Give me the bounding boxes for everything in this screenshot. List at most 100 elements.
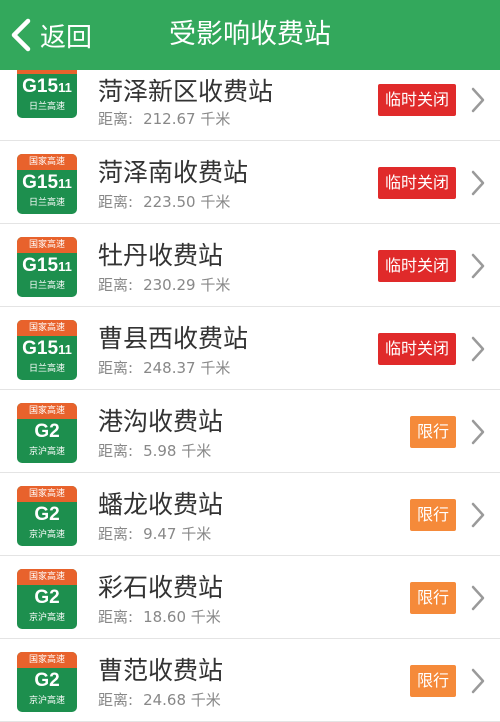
station-distance: 距离: 223.50 千米: [98, 191, 230, 212]
station-distance: 距离: 248.37 千米: [98, 357, 230, 378]
badge-code: G2: [17, 419, 77, 446]
station-list: 国家高速 G1511 日兰高速 菏泽新区收费站 距离:212.67 千米 临时关…: [0, 58, 500, 722]
distance-label: 距离:: [98, 359, 134, 377]
badge-code-main: G15: [22, 255, 59, 276]
badge-category: 国家高速: [17, 320, 77, 336]
station-row[interactable]: 国家高速 G1511 日兰高速 菏泽南收费站 距离: 223.50 千米 临时关闭: [0, 141, 500, 224]
badge-code-main: G15: [22, 338, 59, 359]
distance-label: 距离:: [98, 608, 134, 626]
station-distance: 距离: 18.60 千米: [98, 606, 221, 627]
station-distance: 距离: 212.67 千米: [98, 108, 230, 129]
station-name: 菏泽新区收费站: [98, 77, 274, 106]
station-row[interactable]: 国家高速 G2 京沪高速 蟠龙收费站 距离: 9.47 千米 限行: [0, 473, 500, 556]
station-row[interactable]: 国家高速 G2 京沪高速 彩石收费站 距离: 18.60 千米 限行: [0, 556, 500, 639]
chevron-right-icon: [471, 419, 485, 445]
chevron-right-icon: [471, 170, 485, 196]
badge-code-main: G15: [22, 172, 59, 193]
status-badge: 临时关闭: [377, 333, 456, 365]
station-name: 曹县西收费站: [98, 324, 249, 353]
highway-badge-icon: 国家高速 G2 京沪高速: [17, 569, 77, 629]
badge-highway-name: 京沪高速: [28, 530, 65, 540]
distance-value: 18.60 千米: [143, 608, 221, 626]
chevron-right-icon: [471, 585, 485, 611]
distance-value: 248.37 千米: [143, 359, 231, 377]
highway-badge-icon: 国家高速 G1511 日兰高速: [17, 320, 77, 380]
badge-code: G1511: [17, 253, 77, 280]
highway-badge-icon: 国家高速 G2 京沪高速: [17, 486, 77, 546]
chevron-right-icon: [471, 87, 485, 113]
highway-badge-icon: 国家高速 G2 京沪高速: [17, 403, 77, 463]
badge-category: 国家高速: [17, 486, 77, 502]
station-distance: 距离: 230.29 千米: [98, 274, 230, 295]
chevron-right-icon: [471, 668, 485, 694]
badge-code-main: G2: [34, 504, 60, 525]
chevron-right-icon: [471, 253, 485, 279]
badge-highway-name: 日兰高速: [28, 281, 65, 291]
station-name: 牡丹收费站: [98, 241, 224, 270]
station-distance: 距离: 9.47 千米: [98, 523, 211, 544]
status-badge: 限行: [409, 665, 456, 697]
chevron-right-icon: [471, 502, 485, 528]
station-row[interactable]: 国家高速 G1511 日兰高速 曹县西收费站 距离: 248.37 千米 临时关闭: [0, 307, 500, 390]
app-header: 返回 受影响收费站: [0, 0, 500, 70]
badge-highway-name: 京沪高速: [28, 696, 65, 706]
badge-code-main: G2: [34, 421, 60, 442]
badge-category: 国家高速: [17, 237, 77, 253]
highway-badge-icon: 国家高速 G1511 日兰高速: [17, 154, 77, 214]
badge-highway-name: 日兰高速: [28, 198, 65, 208]
status-badge: 临时关闭: [377, 250, 456, 282]
badge-code: G2: [17, 585, 77, 612]
distance-value: 24.68 千米: [143, 691, 221, 709]
distance-label: 距离:: [98, 525, 134, 543]
station-row[interactable]: 国家高速 G2 京沪高速 曹范收费站 距离: 24.68 千米 限行: [0, 639, 500, 722]
station-row[interactable]: 国家高速 G2 京沪高速 港沟收费站 距离: 5.98 千米 限行: [0, 390, 500, 473]
distance-value: 212.67 千米: [143, 110, 231, 128]
badge-category: 国家高速: [17, 652, 77, 668]
badge-highway-name: 京沪高速: [28, 447, 65, 457]
back-button[interactable]: 返回: [8, 0, 92, 70]
station-distance: 距离: 24.68 千米: [98, 689, 221, 710]
badge-highway-name: 京沪高速: [28, 613, 65, 623]
badge-category: 国家高速: [17, 403, 77, 419]
status-badge: 限行: [409, 416, 456, 448]
status-badge: 临时关闭: [377, 167, 456, 199]
badge-code: G1511: [17, 336, 77, 363]
badge-code-main: G2: [34, 587, 60, 608]
chevron-right-icon: [471, 336, 485, 362]
distance-label: 距离:: [98, 276, 134, 294]
badge-code: G2: [17, 502, 77, 529]
badge-code: G1511: [17, 74, 77, 101]
badge-category: 国家高速: [17, 154, 77, 170]
station-name: 蟠龙收费站: [98, 490, 224, 519]
station-name: 彩石收费站: [98, 573, 224, 602]
highway-badge-icon: 国家高速 G1511 日兰高速: [17, 237, 77, 297]
badge-code: G1511: [17, 170, 77, 197]
badge-highway-name: 日兰高速: [28, 364, 65, 374]
station-row[interactable]: 国家高速 G1511 日兰高速 牡丹收费站 距离: 230.29 千米 临时关闭: [0, 224, 500, 307]
badge-code-main: G15: [22, 76, 59, 97]
distance-label: 距离:: [98, 193, 134, 211]
distance-value: 230.29 千米: [143, 276, 231, 294]
station-distance: 距离: 5.98 千米: [98, 440, 211, 461]
badge-code-sub: 11: [58, 80, 72, 95]
distance-label: 距离:: [98, 110, 134, 128]
badge-code: G2: [17, 668, 77, 695]
distance-label: 距离:: [98, 691, 134, 709]
highway-badge-icon: 国家高速 G2 京沪高速: [17, 652, 77, 712]
badge-category: 国家高速: [17, 569, 77, 585]
back-arrow-icon: [11, 18, 31, 52]
badge-code-sub: 11: [58, 342, 72, 357]
badge-code-sub: 11: [58, 176, 72, 191]
distance-value: 5.98 千米: [143, 442, 212, 460]
distance-value: 9.47 千米: [143, 525, 212, 543]
status-badge: 限行: [409, 582, 456, 614]
distance-value: 223.50 千米: [143, 193, 231, 211]
station-row[interactable]: 国家高速 G1511 日兰高速 菏泽新区收费站 距离:212.67 千米 临时关…: [0, 58, 500, 141]
station-name: 港沟收费站: [98, 407, 224, 436]
status-badge: 限行: [409, 499, 456, 531]
badge-code-sub: 11: [58, 259, 72, 274]
status-badge: 临时关闭: [377, 84, 456, 116]
back-label: 返回: [40, 22, 93, 53]
distance-label: 距离:: [98, 442, 134, 460]
badge-highway-name: 日兰高速: [28, 102, 65, 112]
